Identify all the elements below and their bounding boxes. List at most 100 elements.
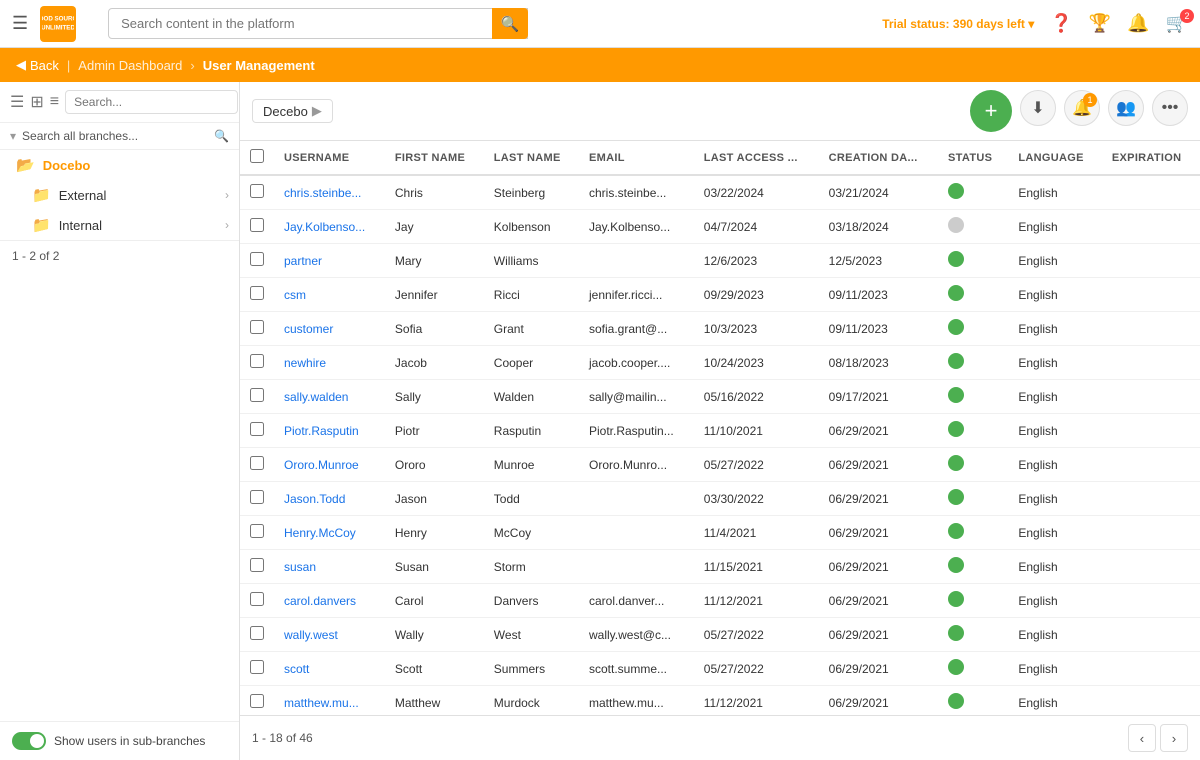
row-firstname-4: Sofia	[385, 312, 484, 346]
col-username[interactable]: USERNAME	[274, 141, 385, 175]
col-lastname[interactable]: LAST NAME	[484, 141, 579, 175]
sidebar-item-docebo[interactable]: 📂 Docebo	[0, 150, 239, 180]
sidebar-search-input[interactable]	[65, 90, 238, 114]
list-view-icon[interactable]: ☰	[10, 92, 24, 112]
row-last-access-5: 10/24/2023	[694, 346, 819, 380]
row-email-3: jennifer.ricci...	[579, 278, 694, 312]
row-email-2	[579, 244, 694, 278]
row-checkbox-10[interactable]	[240, 516, 274, 550]
breadcrumb-user-management[interactable]: User Management	[203, 58, 315, 73]
row-firstname-5: Jacob	[385, 346, 484, 380]
search-branches-icon: 🔍	[214, 129, 229, 143]
status-dot	[948, 353, 964, 369]
row-expiration-0	[1102, 175, 1200, 210]
toolbar-actions: + ⬇ 🔔 1 👥 •••	[970, 90, 1188, 132]
breadcrumb-admin[interactable]: Admin Dashboard	[78, 58, 182, 73]
sidebar-item-internal[interactable]: 📁 Internal ›	[0, 210, 239, 240]
row-checkbox-5[interactable]	[240, 346, 274, 380]
users-button[interactable]: 👥	[1108, 90, 1144, 126]
search-all-branches[interactable]: ▾ Search all branches... 🔍	[0, 123, 239, 150]
row-creation-11: 06/29/2021	[819, 550, 938, 584]
prev-page-button[interactable]: ‹	[1128, 724, 1156, 752]
add-user-button[interactable]: +	[970, 90, 1012, 132]
row-checkbox-0[interactable]	[240, 175, 274, 210]
row-last-access-6: 05/16/2022	[694, 380, 819, 414]
cart-icon[interactable]: 🛒 2	[1166, 13, 1188, 34]
col-creation-date[interactable]: CREATION DA...	[819, 141, 938, 175]
row-checkbox-9[interactable]	[240, 482, 274, 516]
row-lastname-4: Grant	[484, 312, 579, 346]
back-button[interactable]: ◀ Back	[16, 57, 59, 73]
path-badge: Decebo ▶	[252, 99, 333, 123]
row-checkbox-13[interactable]	[240, 618, 274, 652]
export-button[interactable]: ⬇	[1020, 90, 1056, 126]
col-language[interactable]: LANGUAGE	[1008, 141, 1102, 175]
menu-icon[interactable]: ☰	[12, 13, 28, 34]
more-options-button[interactable]: •••	[1152, 90, 1188, 126]
search-button[interactable]: 🔍	[492, 8, 528, 39]
next-page-button[interactable]: ›	[1160, 724, 1188, 752]
row-language-3: English	[1008, 278, 1102, 312]
search-input[interactable]	[108, 8, 528, 39]
row-checkbox-2[interactable]	[240, 244, 274, 278]
row-username-11: susan	[274, 550, 385, 584]
row-checkbox-8[interactable]	[240, 448, 274, 482]
row-lastname-14: Summers	[484, 652, 579, 686]
row-checkbox-4[interactable]	[240, 312, 274, 346]
show-subbranches-toggle[interactable]	[12, 732, 46, 750]
col-expiration[interactable]: EXPIRATION	[1102, 141, 1200, 175]
row-email-5: jacob.cooper....	[579, 346, 694, 380]
row-expiration-7	[1102, 414, 1200, 448]
row-status-10	[938, 516, 1008, 550]
help-icon[interactable]: ❓	[1050, 13, 1072, 34]
row-checkbox-3[interactable]	[240, 278, 274, 312]
breadcrumb: ◀ Back | Admin Dashboard › User Manageme…	[0, 48, 1200, 82]
table-row: wally.west Wally West wally.west@c... 05…	[240, 618, 1200, 652]
col-email[interactable]: EMAIL	[579, 141, 694, 175]
row-firstname-8: Ororo	[385, 448, 484, 482]
row-language-9: English	[1008, 482, 1102, 516]
row-last-access-4: 10/3/2023	[694, 312, 819, 346]
bell-icon[interactable]: 🔔	[1127, 13, 1149, 34]
row-checkbox-1[interactable]	[240, 210, 274, 244]
status-dot	[948, 387, 964, 403]
row-firstname-14: Scott	[385, 652, 484, 686]
status-dot	[948, 625, 964, 641]
row-checkbox-12[interactable]	[240, 584, 274, 618]
main-layout: ☰ ⊞ ≡ 🔍 ▾ Search all branches... 🔍 📂 Doc…	[0, 82, 1200, 760]
row-status-12	[938, 584, 1008, 618]
trophy-icon[interactable]: 🏆	[1089, 13, 1111, 34]
row-checkbox-7[interactable]	[240, 414, 274, 448]
row-email-11	[579, 550, 694, 584]
col-last-access[interactable]: LAST ACCESS ...	[694, 141, 819, 175]
notify-button[interactable]: 🔔 1	[1064, 90, 1100, 126]
grid-view-icon[interactable]: ⊞	[30, 92, 43, 112]
pagination: ‹ ›	[1128, 724, 1188, 752]
row-email-10	[579, 516, 694, 550]
table-row: partner Mary Williams 12/6/2023 12/5/202…	[240, 244, 1200, 278]
row-expiration-13	[1102, 618, 1200, 652]
row-checkbox-11[interactable]	[240, 550, 274, 584]
col-status[interactable]: STATUS	[938, 141, 1008, 175]
row-last-access-12: 11/12/2021	[694, 584, 819, 618]
table-body: chris.steinbe... Chris Steinberg chris.s…	[240, 175, 1200, 715]
col-firstname[interactable]: FIRST NAME	[385, 141, 484, 175]
row-email-4: sofia.grant@...	[579, 312, 694, 346]
row-firstname-1: Jay	[385, 210, 484, 244]
sidebar-item-external[interactable]: 📁 External ›	[0, 180, 239, 210]
row-email-7: Piotr.Rasputin...	[579, 414, 694, 448]
row-username-9: Jason.Todd	[274, 482, 385, 516]
row-firstname-12: Carol	[385, 584, 484, 618]
row-language-6: English	[1008, 380, 1102, 414]
row-checkbox-6[interactable]	[240, 380, 274, 414]
row-checkbox-15[interactable]	[240, 686, 274, 716]
row-language-13: English	[1008, 618, 1102, 652]
row-checkbox-14[interactable]	[240, 652, 274, 686]
row-language-10: English	[1008, 516, 1102, 550]
filter-icon[interactable]: ≡	[50, 93, 59, 111]
row-lastname-15: Murdock	[484, 686, 579, 716]
breadcrumb-arrow: ›	[190, 58, 194, 73]
select-all-checkbox[interactable]	[250, 149, 264, 163]
path-arrow-icon: ▶	[312, 103, 322, 119]
row-creation-3: 09/11/2023	[819, 278, 938, 312]
